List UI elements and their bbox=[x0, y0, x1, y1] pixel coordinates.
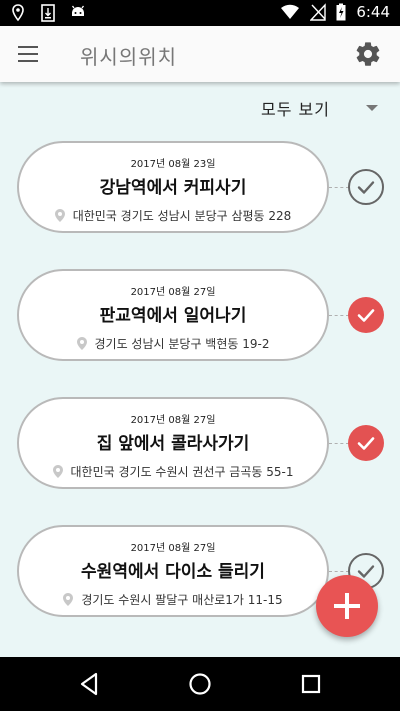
page-title: 위시의위치 bbox=[80, 45, 177, 69]
gear-icon[interactable] bbox=[354, 40, 382, 68]
wish-address: 경기도 수원시 팔달구 매산로1가 11-15 bbox=[19, 591, 327, 608]
complete-toggle[interactable] bbox=[348, 297, 384, 333]
wish-title: 강남역에서 커피사기 bbox=[99, 178, 247, 198]
dropdown-arrow-icon bbox=[366, 105, 378, 111]
navigation-bar bbox=[0, 657, 400, 711]
wish-address-text: 대한민국 경기도 수원시 권선구 금곡동 55-1 bbox=[70, 465, 294, 479]
connector-line bbox=[329, 187, 349, 188]
wish-card[interactable]: 2017년 08월 27일 집 앞에서 콜라사가기 대한민국 경기도 수원시 권… bbox=[17, 397, 329, 489]
connector-line bbox=[329, 571, 349, 572]
wish-address: 대한민국 경기도 수원시 권선구 금곡동 55-1 bbox=[19, 463, 327, 480]
sim-card-icon bbox=[41, 4, 55, 22]
clock: 6:44 bbox=[356, 3, 390, 21]
wish-address-text: 경기도 성남시 분당구 백현동 19-2 bbox=[94, 337, 270, 351]
location-pin-icon bbox=[52, 465, 63, 478]
filter-dropdown[interactable]: 모두 보기 bbox=[255, 92, 390, 122]
location-pin-icon bbox=[63, 593, 74, 606]
check-icon bbox=[357, 437, 375, 450]
wish-row: 2017년 08월 27일 판교역에서 일어나기 경기도 성남시 분당구 백현동… bbox=[0, 269, 400, 361]
plus-icon-vertical bbox=[345, 593, 349, 619]
connector-line bbox=[329, 315, 349, 316]
complete-toggle[interactable] bbox=[348, 425, 384, 461]
wish-card[interactable]: 2017년 08월 23일 강남역에서 커피사기 대한민국 경기도 성남시 분당… bbox=[17, 141, 329, 233]
wish-date: 2017년 08월 23일 bbox=[130, 159, 216, 170]
location-pin-icon bbox=[76, 337, 87, 350]
check-icon bbox=[357, 181, 375, 194]
location-icon bbox=[12, 4, 24, 22]
wish-address: 대한민국 경기도 성남시 분당구 삼평동 228 bbox=[19, 207, 327, 224]
wish-title: 판교역에서 일어나기 bbox=[99, 306, 247, 326]
status-bar: 6:44 bbox=[0, 0, 400, 26]
wish-date: 2017년 08월 27일 bbox=[130, 415, 216, 426]
location-pin-icon bbox=[54, 209, 65, 222]
wish-row: 2017년 08월 23일 강남역에서 커피사기 대한민국 경기도 성남시 분당… bbox=[0, 141, 400, 233]
wish-row: 2017년 08월 27일 집 앞에서 콜라사가기 대한민국 경기도 수원시 권… bbox=[0, 397, 400, 489]
app-bar: 위시의위치 bbox=[0, 26, 400, 82]
wish-date: 2017년 08월 27일 bbox=[130, 287, 216, 298]
add-wish-button[interactable] bbox=[316, 575, 378, 637]
filter-selected-label: 모두 보기 bbox=[261, 100, 330, 119]
battery-charging-icon bbox=[336, 3, 346, 21]
connector-line bbox=[329, 443, 349, 444]
wish-address-text: 대한민국 경기도 성남시 분당구 삼평동 228 bbox=[72, 209, 292, 223]
wifi-icon bbox=[281, 4, 300, 19]
wish-title: 수원역에서 다이소 들리기 bbox=[81, 562, 265, 582]
home-icon[interactable] bbox=[187, 671, 213, 697]
back-icon[interactable] bbox=[77, 671, 103, 697]
wish-card[interactable]: 2017년 08월 27일 수원역에서 다이소 들리기 경기도 수원시 팔달구 … bbox=[17, 525, 329, 617]
no-signal-icon bbox=[310, 3, 327, 21]
wish-address-text: 경기도 수원시 팔달구 매산로1가 11-15 bbox=[81, 593, 283, 607]
wish-card[interactable]: 2017년 08월 27일 판교역에서 일어나기 경기도 성남시 분당구 백현동… bbox=[17, 269, 329, 361]
recents-icon[interactable] bbox=[298, 671, 324, 697]
complete-toggle[interactable] bbox=[348, 169, 384, 205]
hamburger-menu-icon[interactable] bbox=[14, 40, 42, 68]
android-icon bbox=[71, 5, 85, 16]
check-icon bbox=[357, 309, 375, 322]
wish-date: 2017년 08월 27일 bbox=[130, 543, 216, 554]
wish-address: 경기도 성남시 분당구 백현동 19-2 bbox=[19, 335, 327, 352]
wish-title: 집 앞에서 콜라사가기 bbox=[96, 434, 250, 454]
